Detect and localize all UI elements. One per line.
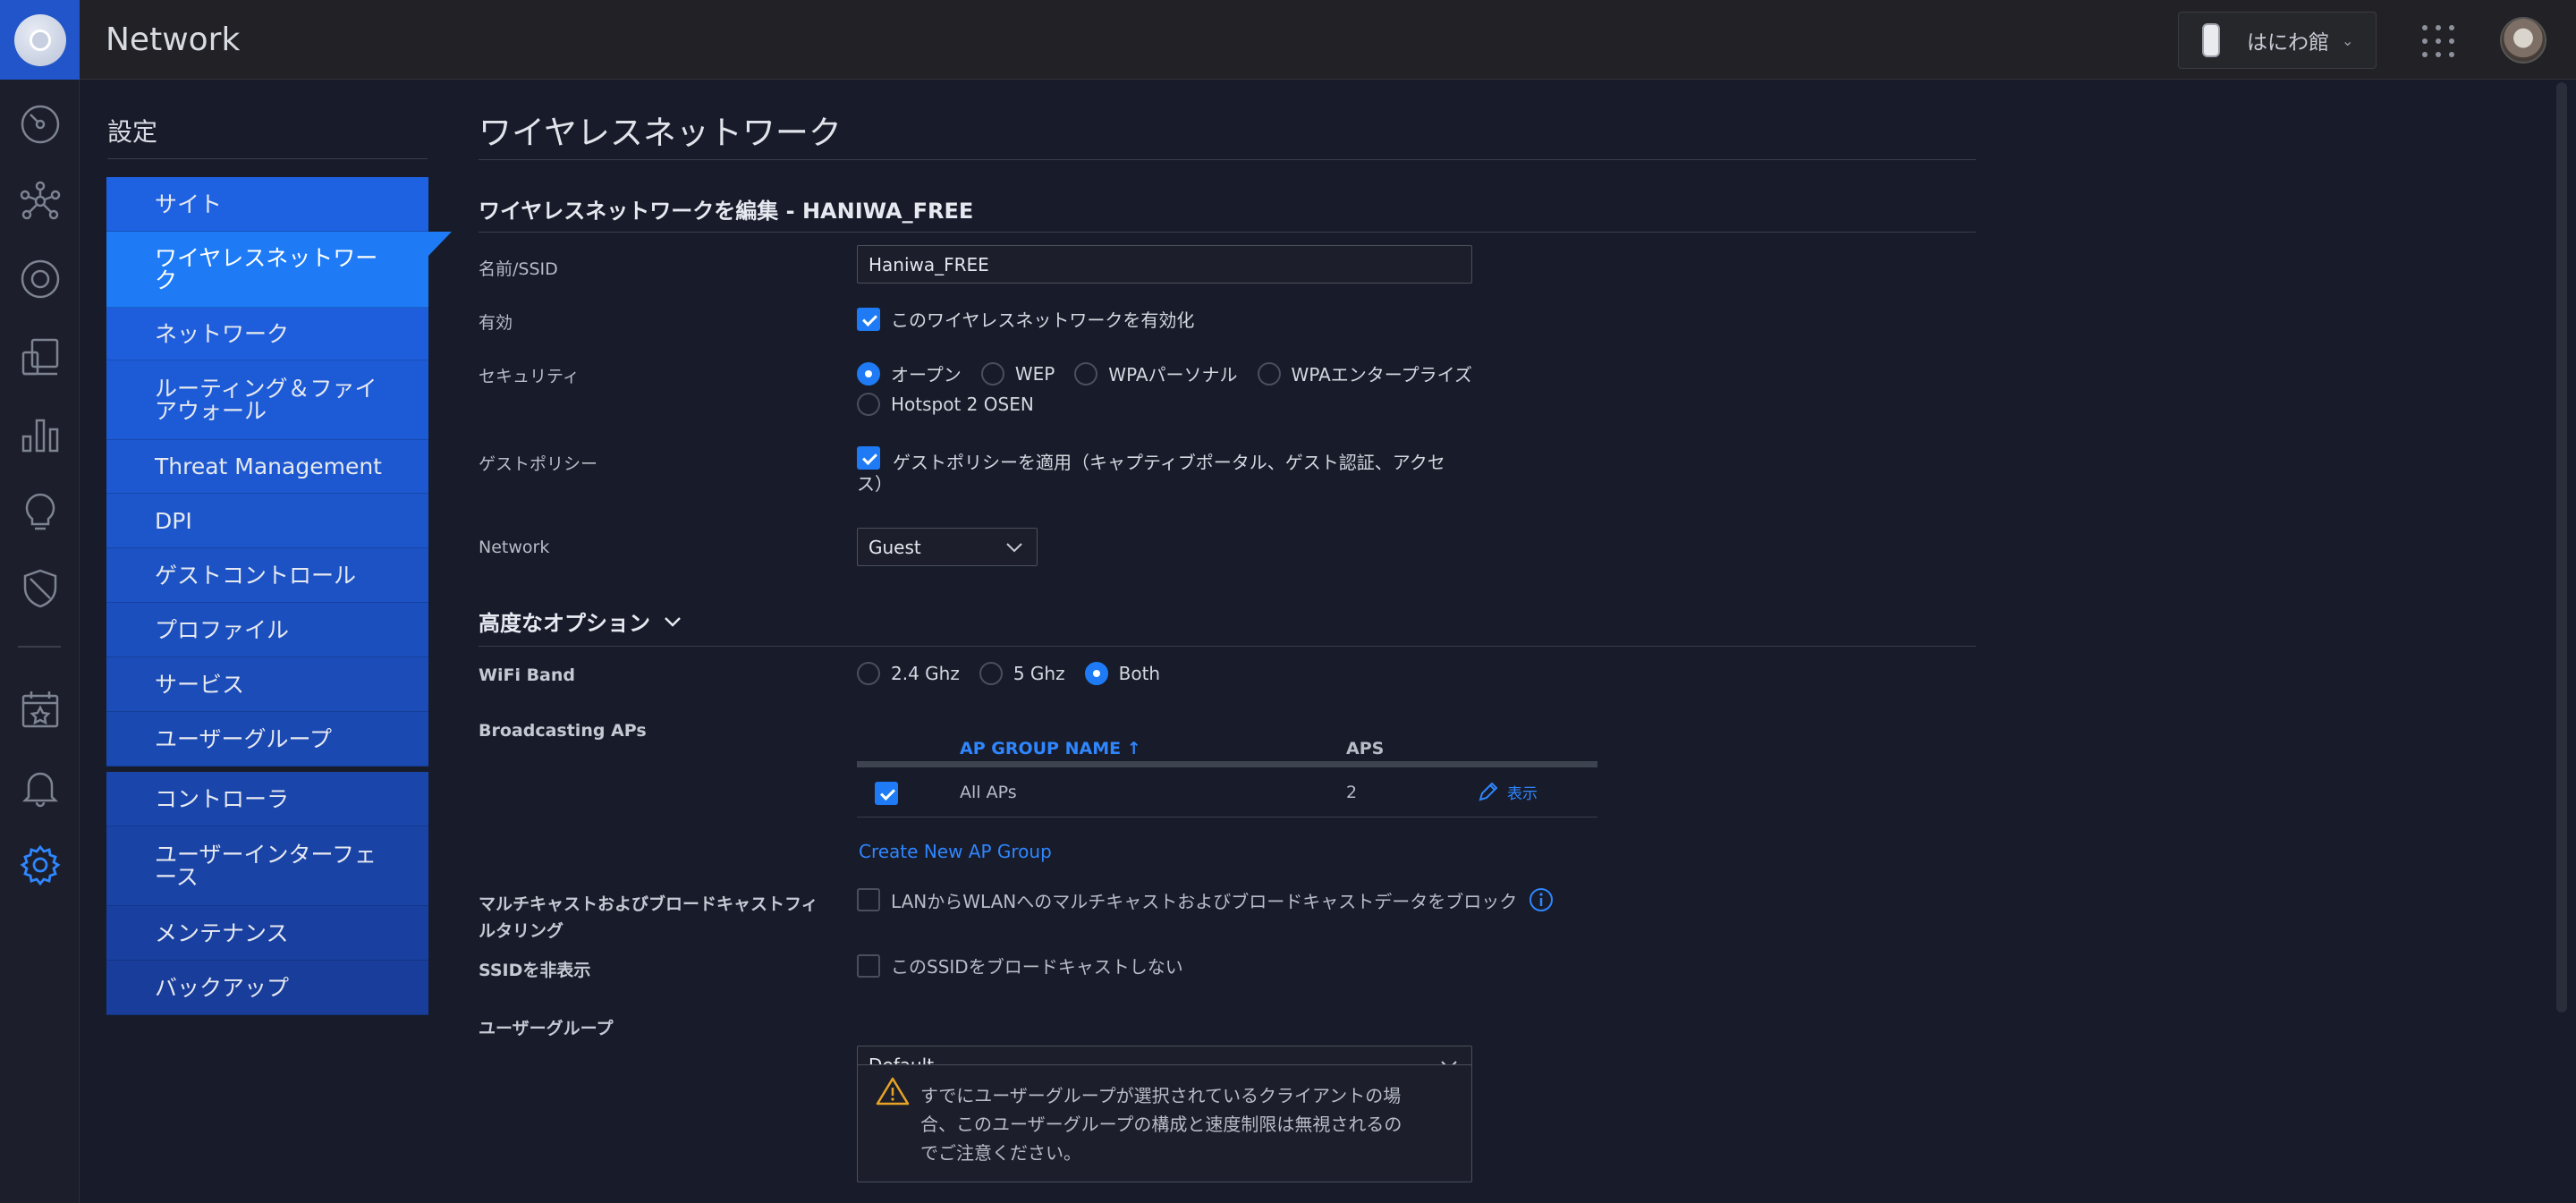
advanced-divider <box>479 646 1976 647</box>
statistics-icon[interactable] <box>20 413 61 454</box>
edit-section-title: ワイヤレスネットワークを編集 - HANIWA_FREE <box>479 199 974 224</box>
nav-item-site[interactable]: サイト <box>106 177 428 232</box>
apps-grid-icon[interactable] <box>2422 25 2454 57</box>
devices-icon[interactable] <box>20 258 61 300</box>
guest-policy-checkbox[interactable] <box>857 446 880 470</box>
chevron-down-icon <box>1006 543 1022 553</box>
multicast-filter-label: マルチキャストおよびブロードキャストフィ ルタリング <box>479 894 818 941</box>
nav-item-wireless-networks[interactable]: ワイヤレスネットワーク <box>106 232 452 308</box>
user-group-label: ユーザーグループ <box>479 1019 614 1038</box>
pencil-icon <box>1479 782 1498 801</box>
nav-item-networks[interactable]: ネットワーク <box>106 308 428 360</box>
security-radio-hotspot2[interactable] <box>857 393 880 416</box>
section-divider <box>479 232 1976 233</box>
enabled-checkbox[interactable] <box>857 307 880 331</box>
guest-policy-label: ゲストポリシー <box>479 454 598 474</box>
nav-item-routing-firewall[interactable]: ルーティング＆ファイアウォール <box>106 360 428 440</box>
site-name: はにわ館 <box>2247 31 2329 55</box>
view-ap-group-button[interactable]: 表示 <box>1477 780 1538 803</box>
chevron-down-icon <box>665 616 681 627</box>
clients-icon[interactable] <box>20 336 61 377</box>
advanced-options-toggle[interactable]: 高度なオプション <box>479 606 682 637</box>
hide-ssid-label: SSIDを非表示 <box>479 961 591 980</box>
ssid-label: 名前/SSID <box>479 259 558 279</box>
nav-item-guest-control[interactable]: ゲストコントロール <box>106 548 428 603</box>
page-title: ワイヤレスネットワーク <box>479 114 842 152</box>
table-row: All APs 2 表示 <box>857 767 1597 818</box>
ap-group-name: All APs <box>960 783 1017 802</box>
network-select[interactable]: Guest <box>857 528 1038 566</box>
ap-table-header: AP GROUP NAME ↑ APS <box>857 728 1597 767</box>
broadcasting-aps-label: Broadcasting APs <box>479 721 647 741</box>
app-title: Network <box>106 21 241 58</box>
security-label: セキュリティ <box>479 367 580 386</box>
dashboard-icon[interactable] <box>20 104 61 145</box>
security-options-row2: Hotspot 2 OSEN <box>857 393 1054 416</box>
topology-icon[interactable] <box>20 181 61 222</box>
main-content: ワイヤレスネットワーク ワイヤレスネットワークを編集 - HANIWA_FREE… <box>479 0 1977 1182</box>
alerts-bell-icon[interactable] <box>20 767 61 808</box>
hide-ssid-option-label: このSSIDをブロードキャストしない <box>891 956 1183 978</box>
nav-item-services[interactable]: サービス <box>106 657 428 712</box>
nav-item-maintenance[interactable]: メンテナンス <box>106 906 428 961</box>
security-radio-wep[interactable] <box>980 361 1004 385</box>
settings-title: 設定 <box>107 117 158 147</box>
title-divider <box>479 159 1976 160</box>
insights-icon[interactable] <box>20 491 61 532</box>
multicast-row: LANからWLANへのマルチキャストおよびブロードキャストデータをブロック <box>857 886 1555 913</box>
wifi-band-options: 2.4 Ghz 5 Ghz Both <box>857 662 1180 685</box>
icon-rail <box>0 80 80 1203</box>
info-icon[interactable] <box>1528 886 1555 913</box>
ap-count: 2 <box>1346 783 1358 802</box>
nav-item-backup[interactable]: バックアップ <box>106 961 428 1015</box>
network-label: Network <box>479 538 550 557</box>
events-calendar-icon[interactable] <box>20 689 61 730</box>
cloud-key-icon <box>2202 23 2220 57</box>
multicast-option-label: LANからWLANへのマルチキャストおよびブロードキャストデータをブロック <box>891 890 1518 912</box>
user-group-warning: すでにユーザーグループが選択されているクライアントの場 合、このユーザーグループ… <box>857 1064 1472 1182</box>
create-ap-group-link[interactable]: Create New AP Group <box>859 841 1052 862</box>
band-radio-5ghz[interactable] <box>979 662 1003 685</box>
chevron-down-icon: ⌄ <box>2342 31 2354 49</box>
page-scrollbar[interactable] <box>2556 82 2567 1012</box>
nav-item-profiles[interactable]: プロファイル <box>106 603 428 657</box>
ap-group-name-column[interactable]: AP GROUP NAME ↑ <box>960 739 1141 758</box>
wifi-band-label: WiFi Band <box>479 665 576 685</box>
settings-divider <box>107 158 428 159</box>
hide-ssid-row: このSSIDをブロードキャストしない <box>857 953 1203 978</box>
multicast-block-checkbox[interactable] <box>857 888 880 911</box>
nav-item-dpi[interactable]: DPI <box>106 494 428 548</box>
settings-nav: サイト ワイヤレスネットワーク ネットワーク ルーティング＆ファイアウォール T… <box>106 177 452 1015</box>
security-shield-icon[interactable] <box>20 568 61 609</box>
sort-ascending-icon: ↑ <box>1126 739 1141 758</box>
ap-group-table: AP GROUP NAME ↑ APS All APs 2 表示 <box>857 728 1597 818</box>
nav-item-threat-management[interactable]: Threat Management <box>106 440 428 494</box>
security-radio-wpa-personal[interactable] <box>1074 361 1098 385</box>
aps-column: APS <box>1346 739 1385 758</box>
ssid-input[interactable] <box>857 245 1472 284</box>
security-options-row1: オープン WEP WPAパーソナル WPAエンタープライズ <box>857 360 1492 386</box>
band-radio-both[interactable] <box>1084 662 1108 685</box>
settings-gear-icon[interactable] <box>20 844 61 885</box>
site-selector[interactable]: はにわ館 ⌄ <box>2178 12 2377 69</box>
rail-divider <box>18 646 61 648</box>
enabled-row: このワイヤレスネットワークを有効化 <box>857 306 1214 332</box>
enabled-option-label: このワイヤレスネットワークを有効化 <box>891 309 1195 331</box>
ap-group-checkbox[interactable] <box>875 782 898 805</box>
nav-item-controller[interactable]: コントローラ <box>106 772 428 826</box>
user-avatar[interactable] <box>2500 17 2546 64</box>
nav-item-user-interface[interactable]: ユーザーインターフェース <box>106 826 428 906</box>
enabled-label: 有効 <box>479 313 513 333</box>
security-radio-wpa-enterprise[interactable] <box>1257 361 1281 385</box>
band-radio-2-4ghz[interactable] <box>857 662 880 685</box>
ubiquiti-logo[interactable] <box>0 0 80 80</box>
warning-icon <box>876 1077 910 1106</box>
nav-item-user-groups[interactable]: ユーザーグループ <box>106 712 428 767</box>
hide-ssid-checkbox[interactable] <box>857 953 880 978</box>
security-radio-open[interactable] <box>857 361 880 385</box>
